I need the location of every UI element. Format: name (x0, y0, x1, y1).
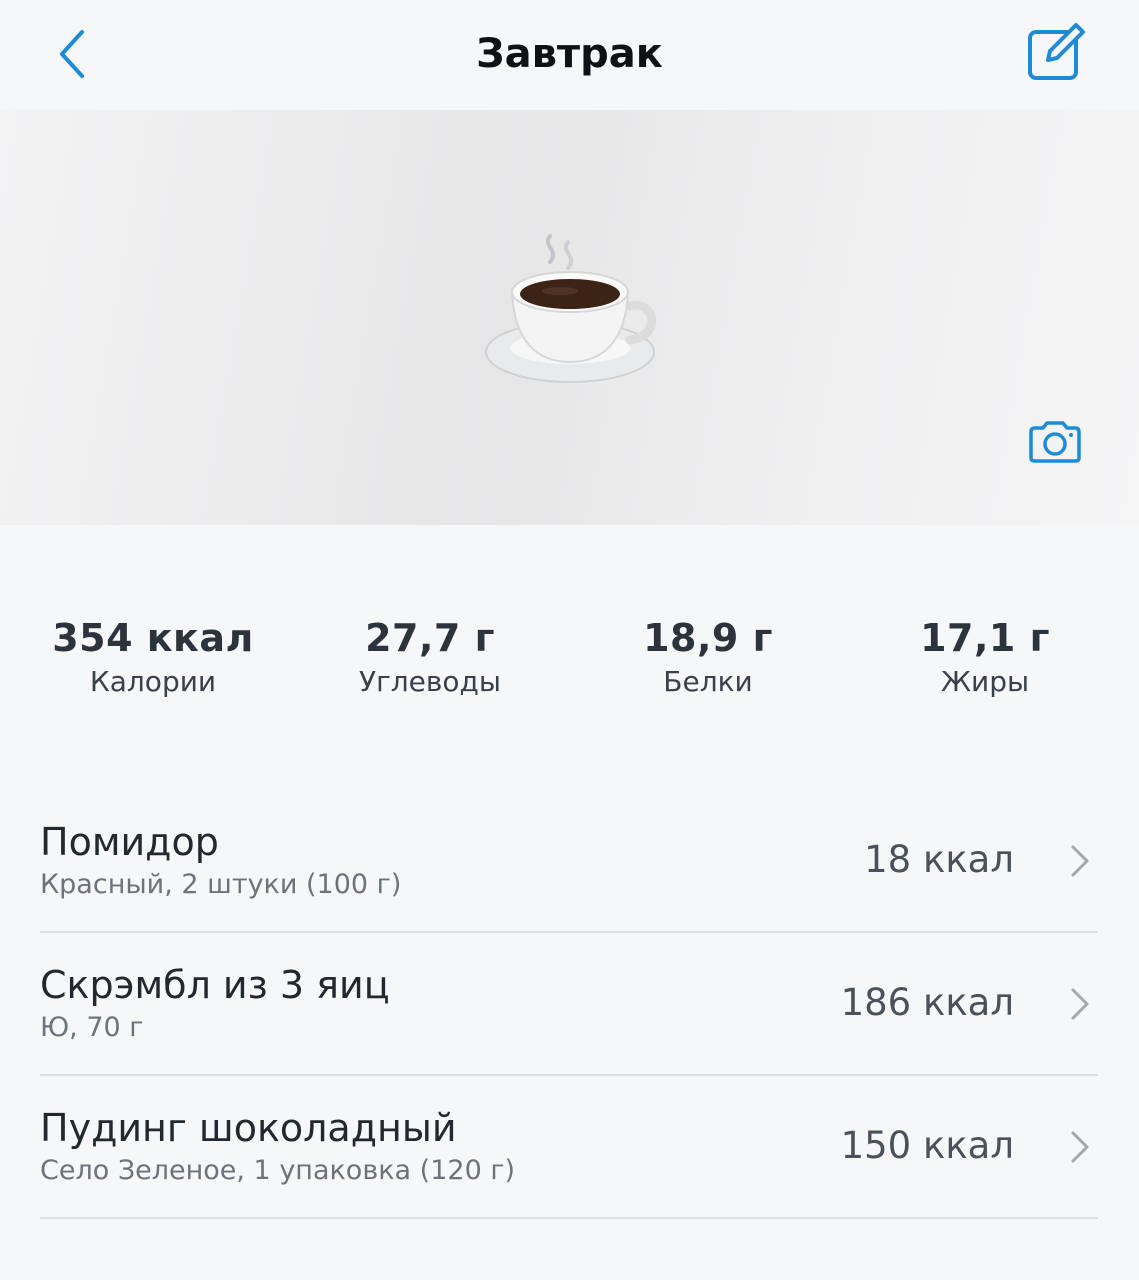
food-details: Ю, 70 г (40, 1012, 144, 1043)
stat-value: 18,9 г (643, 616, 773, 660)
stat-label: Жиры (940, 665, 1030, 698)
food-item-tomato[interactable]: Помидор Красный, 2 штуки (100 г) 18 ккал (40, 790, 1098, 933)
food-item-scramble[interactable]: Скрэмбл из 3 яиц Ю, 70 г 186 ккал (40, 933, 1098, 1076)
stat-protein: 18,9 г Белки (569, 612, 847, 700)
food-name: Пудинг шоколадный (40, 1106, 457, 1150)
stat-label: Калории (89, 665, 217, 698)
stat-carbs: 27,7 г Углеводы (291, 612, 569, 700)
stat-calories: 354 ккал Калории (14, 612, 292, 700)
food-name: Скрэмбл из 3 яиц (40, 963, 390, 1007)
food-calories: 186 ккал (840, 981, 1014, 1024)
chevron-right-icon (1071, 1131, 1089, 1163)
stat-fat: 17,1 г Жиры (846, 612, 1124, 700)
add-photo-button[interactable] (1022, 412, 1088, 472)
stat-value: 17,1 г (920, 616, 1050, 660)
camera-icon (1029, 421, 1081, 463)
food-list: Помидор Красный, 2 штуки (100 г) 18 ккал… (40, 790, 1098, 1219)
food-details: Село Зеленое, 1 упаковка (120 г) (40, 1155, 516, 1186)
page-title: Завтрак (476, 31, 663, 77)
stat-label: Углеводы (359, 665, 501, 698)
coffee-cup-icon (485, 234, 657, 383)
edit-square-icon (1028, 23, 1085, 80)
stat-label: Белки (663, 665, 753, 698)
stat-value: 27,7 г (365, 616, 495, 660)
stat-value: 354 ккал (52, 616, 254, 660)
chevron-right-icon (1071, 988, 1089, 1020)
chevron-right-icon (1071, 845, 1089, 877)
edit-button[interactable] (1022, 18, 1090, 86)
food-calories: 18 ккал (864, 838, 1014, 881)
food-name: Помидор (40, 820, 219, 864)
food-details: Красный, 2 штуки (100 г) (40, 869, 402, 900)
top-bar: Завтрак (0, 0, 1139, 110)
food-item-pudding[interactable]: Пудинг шоколадный Село Зеленое, 1 упаков… (40, 1076, 1098, 1219)
nutrition-summary: 354 ккал Калории 27,7 г Углеводы 18,9 г … (0, 612, 1139, 712)
food-calories: 150 ккал (840, 1124, 1014, 1167)
